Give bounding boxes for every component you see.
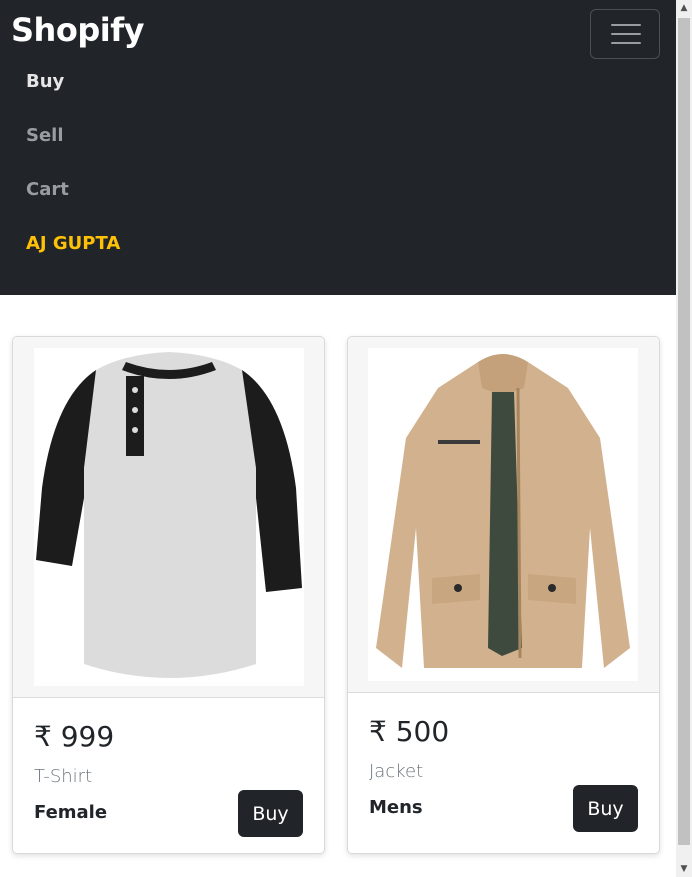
nav-item-user[interactable]: AJ GUPTA: [26, 232, 120, 256]
buy-button[interactable]: Buy: [238, 790, 303, 837]
scrollbar-thumb[interactable]: [678, 18, 690, 845]
menu-toggle-button[interactable]: [590, 9, 660, 59]
vertical-scrollbar[interactable]: ▲ ▼: [676, 0, 692, 877]
jacket-image: [368, 348, 638, 681]
product-gender: Mens: [369, 797, 423, 818]
product-price: ₹ 500: [369, 715, 450, 748]
product-name: Jacket: [369, 761, 424, 782]
scroll-down-arrow-icon[interactable]: ▼: [676, 861, 692, 877]
page: Shopify Buy Sell Cart AJ GUPTA ₹ 999 T-S…: [0, 0, 692, 877]
brand-logo[interactable]: Shopify: [11, 10, 144, 50]
product-name: T-Shirt: [34, 766, 93, 787]
product-card: ₹ 999 T-Shirt Female Buy: [12, 336, 325, 854]
product-price: ₹ 999: [34, 720, 115, 753]
tshirt-image: [34, 348, 304, 686]
product-image-area: [13, 337, 324, 698]
product-card: ₹ 500 Jacket Mens Buy: [347, 336, 660, 854]
buy-button[interactable]: Buy: [573, 785, 638, 832]
nav-item-buy[interactable]: Buy: [26, 70, 64, 94]
scroll-up-arrow-icon[interactable]: ▲: [676, 0, 692, 16]
navbar: Shopify Buy Sell Cart AJ GUPTA: [0, 0, 676, 295]
nav-item-cart[interactable]: Cart: [26, 178, 69, 202]
product-gender: Female: [34, 802, 108, 823]
nav-item-sell[interactable]: Sell: [26, 124, 64, 148]
product-image-area: [348, 337, 659, 693]
